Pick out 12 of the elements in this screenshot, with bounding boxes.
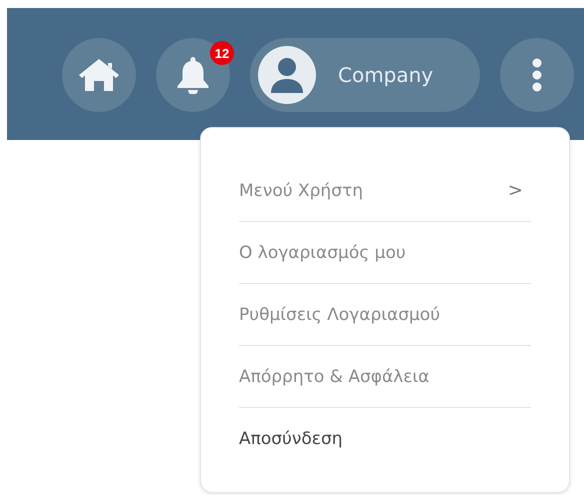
menu-item[interactable]: Απόρρητο & Ασφάλεια (239, 366, 430, 386)
more-icon (532, 58, 542, 92)
account-button[interactable]: Company (250, 38, 480, 112)
chevron-icon: > (508, 180, 531, 201)
avatar-icon (258, 46, 316, 104)
notification-badge: 12 (210, 41, 234, 65)
menu-item[interactable]: Ο λογαριασμός μου (239, 242, 406, 262)
bell-icon (176, 56, 210, 94)
menu-item[interactable]: Ρυθμίσεις Λογαριασμού (239, 304, 440, 324)
logout-item[interactable]: Αποσύνδεση (239, 429, 343, 449)
home-icon (77, 57, 121, 93)
submenu-item[interactable]: Μενού Χρήστη (239, 180, 363, 200)
